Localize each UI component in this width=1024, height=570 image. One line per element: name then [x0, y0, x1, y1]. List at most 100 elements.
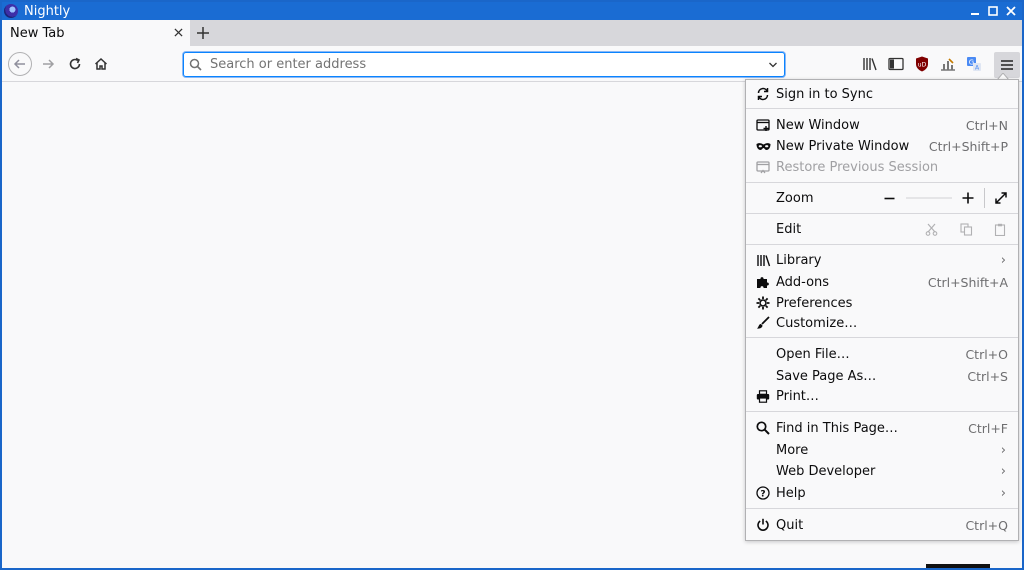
translate-button[interactable]: GA	[964, 54, 984, 74]
menu-item-shortcut: Ctrl+S	[967, 368, 1008, 384]
url-dropdown-button[interactable]	[762, 60, 784, 70]
scrollbar-thumb[interactable]	[926, 564, 990, 568]
menu-item-restore-session: Restore Previous Session	[746, 157, 1018, 177]
chevron-right-icon: ›	[1000, 463, 1006, 479]
menu-item-label: Help	[776, 485, 806, 501]
library-button[interactable]	[860, 54, 880, 74]
menu-item-label: Web Developer	[776, 463, 876, 479]
menu-separator	[746, 213, 1018, 214]
close-icon	[173, 27, 183, 37]
menu-item-preferences[interactable]: Preferences	[746, 293, 1018, 313]
cut-icon	[925, 223, 937, 236]
menu-item-label: Open File…	[776, 346, 850, 362]
menu-item-shortcut: Ctrl+Q	[965, 517, 1008, 533]
cut-button[interactable]	[923, 221, 939, 237]
minimize-icon	[971, 13, 979, 15]
paste-icon	[994, 223, 1006, 236]
menu-item-label: Preferences	[776, 295, 853, 311]
minimize-button[interactable]	[966, 2, 984, 20]
tab-label: New Tab	[10, 25, 65, 41]
menu-item-print[interactable]: Print…	[746, 386, 1018, 406]
menu-separator	[746, 182, 1018, 183]
home-button[interactable]	[89, 52, 113, 76]
puzzle-piece-icon	[755, 274, 771, 290]
menu-item-label: Zoom	[776, 190, 814, 206]
menu-item-save-page[interactable]: Save Page As… Ctrl+S	[746, 366, 1018, 386]
fullscreen-icon	[995, 192, 1007, 204]
forward-button[interactable]	[36, 52, 60, 76]
new-window-icon	[755, 117, 771, 133]
plus-icon	[197, 27, 209, 39]
menu-item-open-file[interactable]: Open File… Ctrl+O	[746, 344, 1018, 364]
menu-item-label: Save Page As…	[776, 368, 877, 384]
url-bar[interactable]	[183, 52, 785, 77]
translate-icon: GA	[967, 57, 981, 72]
zoom-out-button[interactable]	[879, 188, 899, 208]
copy-button[interactable]	[958, 221, 974, 237]
minus-icon	[884, 197, 894, 199]
chart-extension-button[interactable]	[938, 54, 958, 74]
zoom-divider	[984, 188, 985, 208]
title-bar: Nightly	[2, 2, 1022, 20]
search-icon	[184, 58, 206, 71]
menu-item-label: Quit	[776, 517, 804, 533]
menu-item-label: Restore Previous Session	[776, 159, 939, 175]
private-mask-icon	[755, 138, 771, 154]
url-input[interactable]	[206, 54, 762, 75]
ublock-button[interactable]: uD	[912, 54, 932, 74]
zoom-level-track	[906, 197, 952, 199]
menu-item-new-window[interactable]: New Window Ctrl+N	[746, 115, 1018, 135]
library-icon	[755, 252, 771, 268]
svg-text:uD: uD	[918, 62, 927, 69]
menu-item-help[interactable]: ? Help ›	[746, 483, 1018, 503]
sidebar-button[interactable]	[886, 54, 906, 74]
library-icon	[863, 58, 877, 71]
menu-item-edit: Edit	[746, 219, 1018, 239]
new-tab-button[interactable]	[190, 20, 216, 46]
menu-item-label: Find in This Page…	[776, 420, 898, 436]
menu-item-library[interactable]: Library ›	[746, 250, 1018, 270]
menu-item-shortcut: Ctrl+F	[968, 420, 1008, 436]
menu-item-shortcut: Ctrl+Shift+A	[927, 274, 1008, 290]
help-icon: ?	[755, 485, 771, 501]
fullscreen-button[interactable]	[992, 188, 1010, 208]
window-controls	[966, 2, 1020, 20]
menu-separator	[746, 244, 1018, 245]
maximize-button[interactable]	[984, 2, 1002, 20]
menu-item-zoom: Zoom	[746, 188, 1018, 208]
menu-item-customize[interactable]: Customize…	[746, 313, 1018, 333]
close-window-button[interactable]	[1002, 2, 1020, 20]
menu-item-label: Add-ons	[776, 274, 830, 290]
zoom-in-button[interactable]	[958, 188, 978, 208]
plus-icon	[962, 192, 974, 204]
back-button[interactable]	[8, 52, 32, 76]
menu-item-quit[interactable]: Quit Ctrl+Q	[746, 515, 1018, 535]
paintbrush-icon	[755, 315, 771, 331]
menu-item-shortcut: Ctrl+Shift+P	[928, 138, 1008, 154]
home-icon	[94, 57, 108, 70]
menu-item-more[interactable]: More ›	[746, 440, 1018, 460]
menu-separator	[746, 337, 1018, 338]
menu-item-add-ons[interactable]: Add-ons Ctrl+Shift+A	[746, 272, 1018, 292]
tab-new-tab[interactable]: New Tab	[2, 20, 190, 46]
app-menu: Sign in to Sync New Window Ctrl+N New Pr…	[745, 79, 1019, 541]
nightly-logo-icon	[4, 4, 18, 18]
menu-item-sign-in-sync[interactable]: Sign in to Sync	[746, 84, 1018, 104]
gear-icon	[755, 295, 771, 311]
paste-button[interactable]	[992, 221, 1008, 237]
menu-item-label: More	[776, 442, 809, 458]
menu-item-find-in-page[interactable]: Find in This Page… Ctrl+F	[746, 418, 1018, 438]
menu-item-web-developer[interactable]: Web Developer ›	[746, 461, 1018, 481]
reload-icon	[69, 57, 81, 70]
hamburger-menu-icon	[1001, 60, 1013, 70]
reload-button[interactable]	[63, 52, 87, 76]
chevron-right-icon: ›	[1000, 442, 1006, 458]
maximize-icon	[988, 6, 998, 16]
ublock-icon: uD	[916, 56, 928, 72]
menu-item-label: Print…	[776, 388, 819, 404]
menu-item-new-private-window[interactable]: New Private Window Ctrl+Shift+P	[746, 136, 1018, 156]
menu-item-shortcut: Ctrl+N	[965, 117, 1008, 133]
search-icon	[755, 420, 771, 436]
menu-item-shortcut: Ctrl+O	[965, 346, 1008, 362]
tab-close-button[interactable]	[170, 24, 186, 40]
